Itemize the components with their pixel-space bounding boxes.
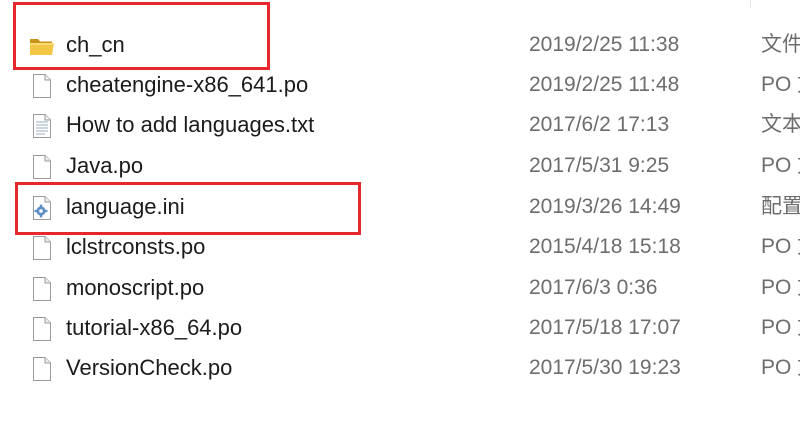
file-row-java[interactable]: Java.po 2017/5/31 9:25 PO 文件	[0, 146, 800, 186]
file-date: 2017/6/2 17:13	[529, 113, 670, 136]
file-icon	[28, 234, 56, 262]
file-row-lclstrconsts[interactable]: lclstrconsts.po 2015/4/18 15:18 PO 文件	[0, 227, 800, 267]
file-date: 2019/2/25 11:48	[529, 73, 680, 96]
file-name: ch_cn	[66, 32, 125, 57]
settings-file-icon	[28, 194, 56, 222]
file-type: 文件夹	[761, 33, 800, 56]
file-date: 2019/2/25 11:38	[529, 33, 680, 56]
file-list: ch_cn 2019/2/25 11:38 文件夹 cheatengine-x8…	[0, 0, 800, 437]
file-name: cheatengine-x86_641.po	[66, 72, 309, 97]
file-row-ch-cn[interactable]: ch_cn 2019/2/25 11:38 文件夹	[0, 25, 800, 65]
file-name: How to add languages.txt	[66, 112, 315, 137]
file-row-cheatengine-x86-641[interactable]: cheatengine-x86_641.po 2019/2/25 11:48 P…	[0, 65, 800, 105]
file-icon	[28, 355, 56, 383]
file-icon	[28, 315, 56, 343]
file-row-how-to-add-languages[interactable]: How to add languages.txt 2017/6/2 17:13 …	[0, 105, 800, 145]
file-icon	[28, 153, 56, 181]
file-row-language-ini[interactable]: language.ini 2019/3/26 14:49 配置设置	[0, 187, 800, 227]
file-type: PO 文件	[761, 316, 800, 339]
file-row-tutorial-x86-64[interactable]: tutorial-x86_64.po 2017/5/18 17:07 PO 文件	[0, 308, 800, 348]
file-name: tutorial-x86_64.po	[66, 315, 243, 340]
file-date: 2017/5/18 17:07	[529, 316, 681, 339]
file-row-monoscript[interactable]: monoscript.po 2017/6/3 0:36 PO 文件	[0, 268, 800, 308]
file-date: 2017/5/30 19:23	[529, 356, 681, 379]
file-row-versioncheck[interactable]: VersionCheck.po 2017/5/30 19:23 PO 文件	[0, 348, 800, 388]
column-divider	[750, 0, 751, 8]
file-icon	[28, 72, 56, 100]
file-type: PO 文件	[761, 154, 800, 177]
folder-icon	[28, 32, 56, 60]
file-type: 配置设置	[761, 195, 800, 218]
file-icon	[28, 275, 56, 303]
file-date: 2017/5/31 9:25	[529, 154, 670, 177]
file-name: monoscript.po	[66, 275, 205, 300]
file-name: lclstrconsts.po	[66, 234, 206, 259]
file-name: Java.po	[66, 153, 144, 178]
file-name: language.ini	[66, 194, 185, 219]
file-type: PO 文件	[761, 73, 800, 96]
file-date: 2019/3/26 14:49	[529, 195, 681, 218]
file-type: 文本文档	[761, 113, 800, 136]
file-type: PO 文件	[761, 356, 800, 379]
file-name: VersionCheck.po	[66, 355, 233, 380]
text-file-icon	[28, 112, 56, 140]
file-date: 2017/6/3 0:36	[529, 276, 658, 299]
file-date: 2015/4/18 15:18	[529, 235, 681, 258]
file-type: PO 文件	[761, 235, 800, 258]
file-type: PO 文件	[761, 276, 800, 299]
